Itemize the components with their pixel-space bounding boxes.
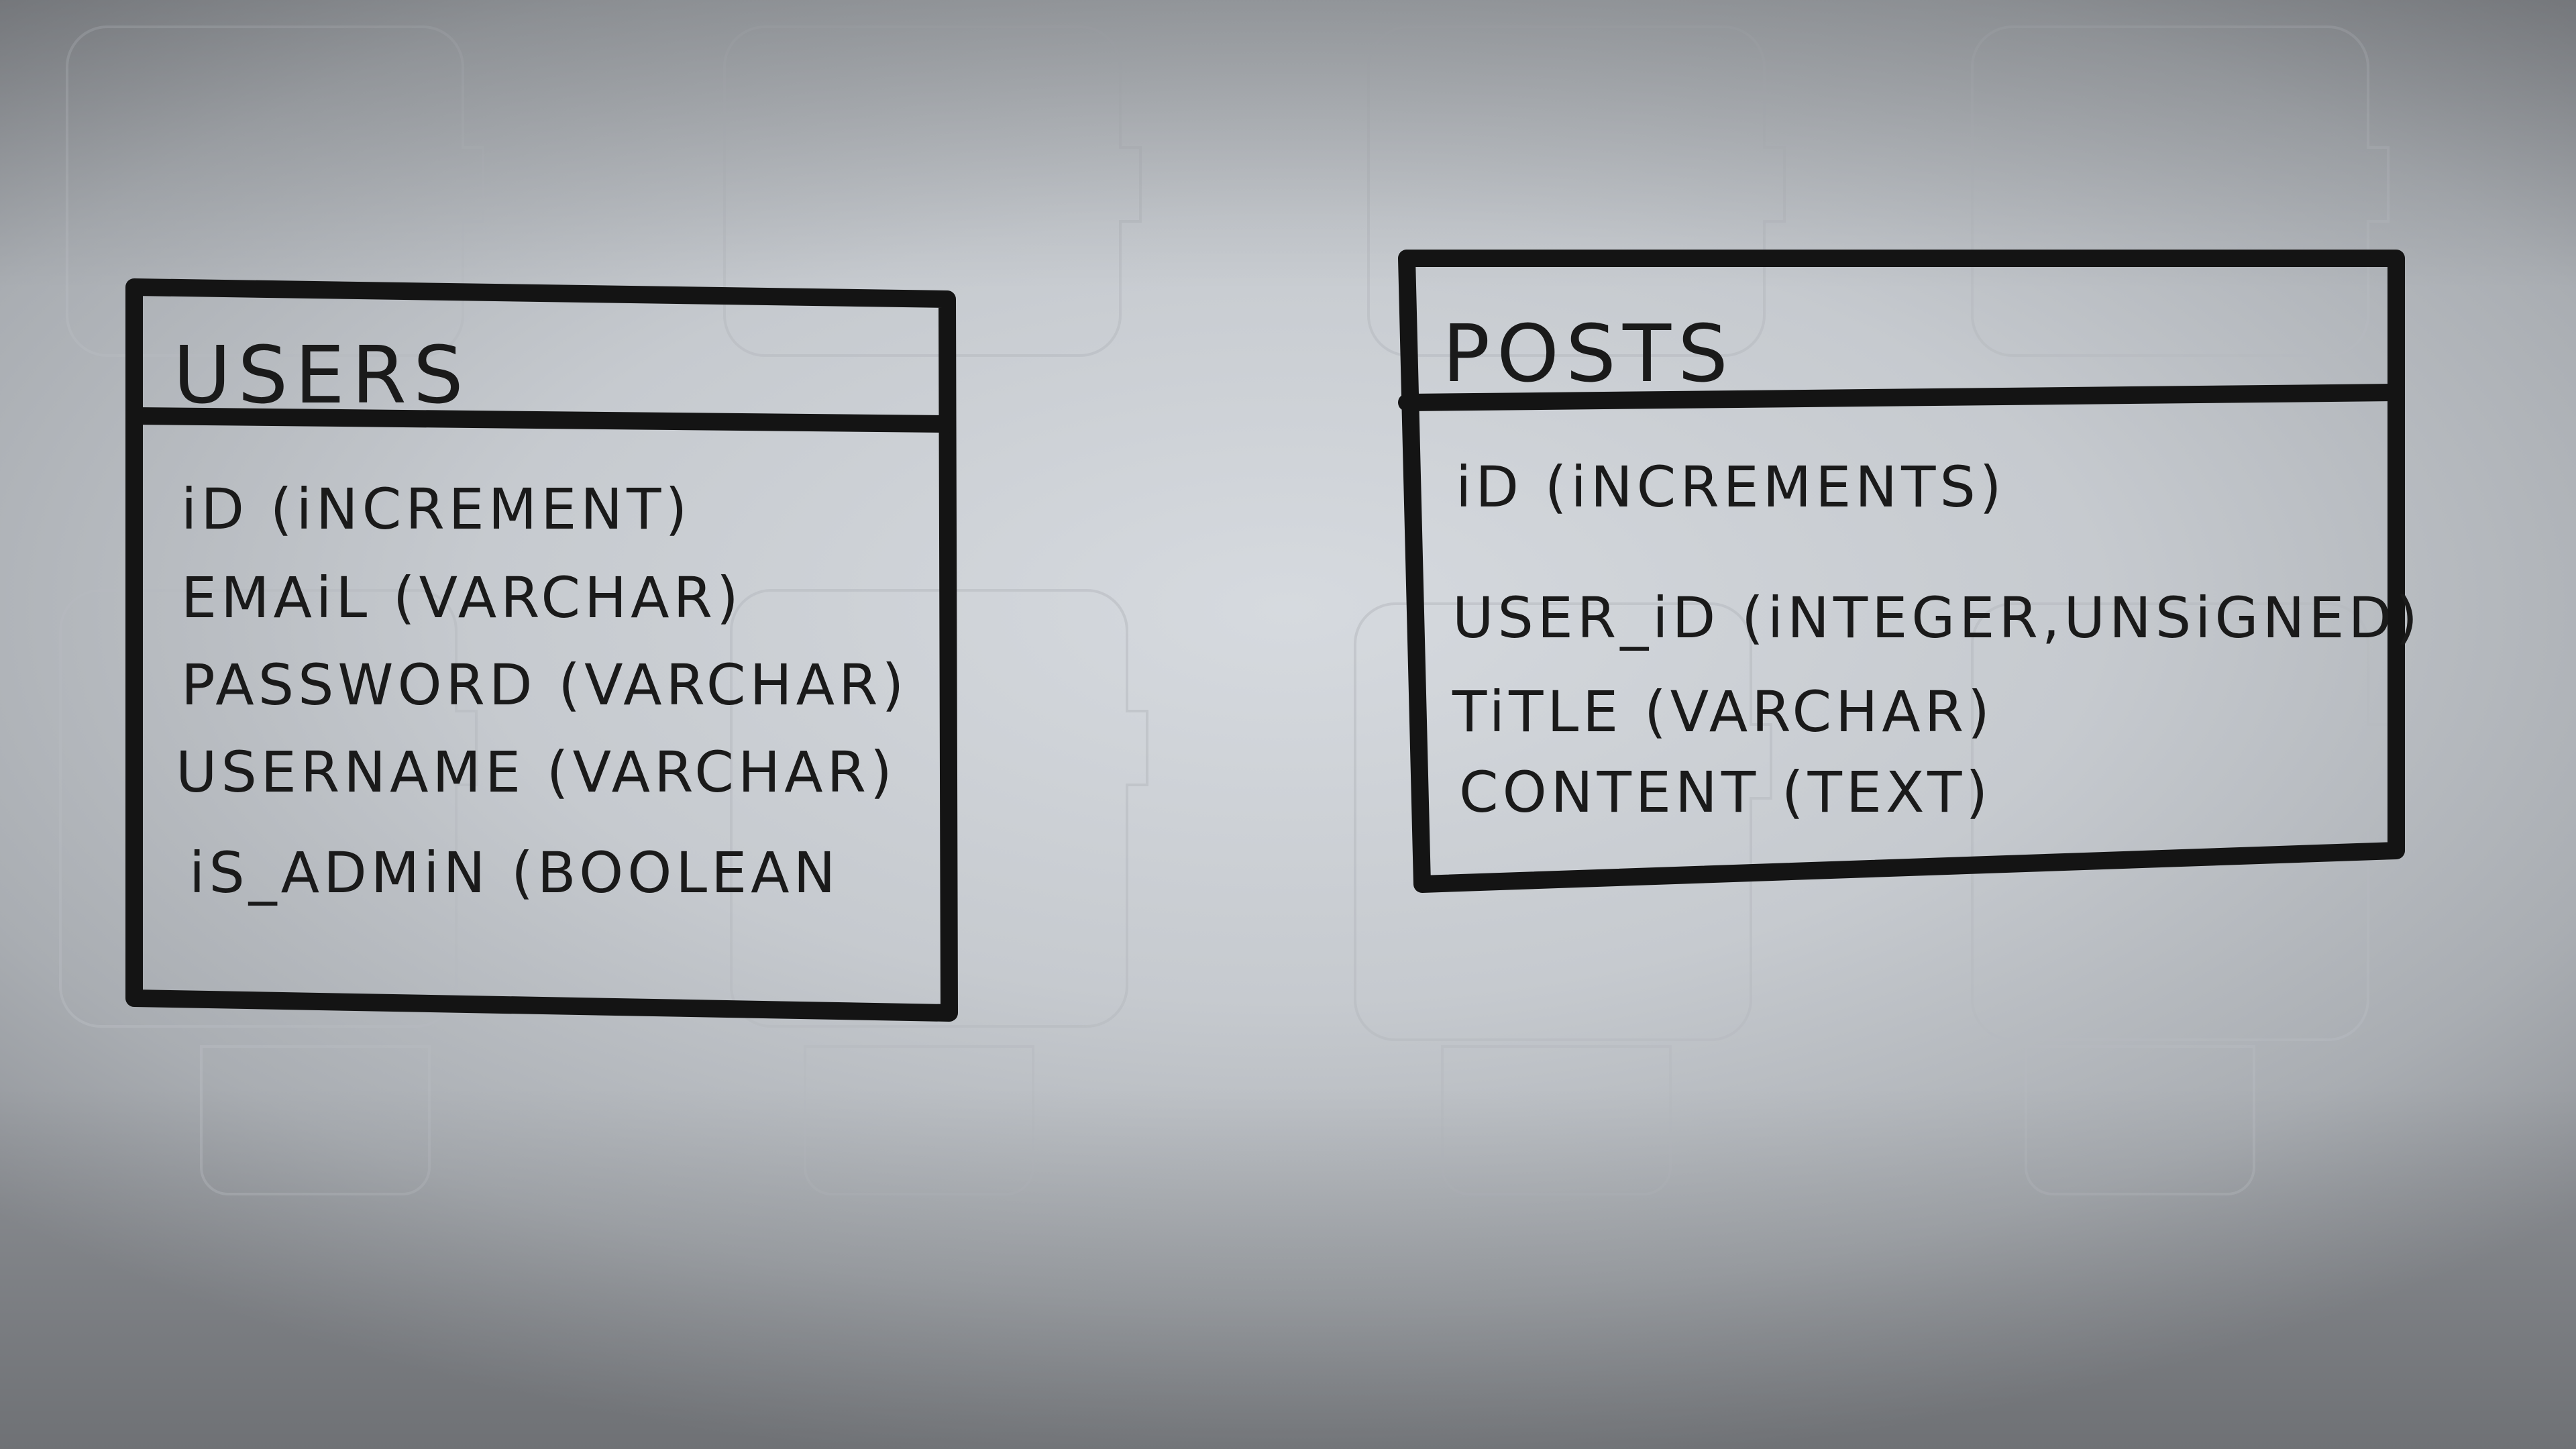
users-table: USERS iD (iNCREMENT) EMAiL (VARCHAR) PAS… [125, 278, 958, 1022]
posts-table-title: POSTS [1442, 307, 1735, 400]
posts-table: POSTS iD (iNCREMENTS) USER_iD (iNTEGER,U… [1398, 250, 2422, 893]
users-field-3: PASSWORD (VARCHAR) [181, 652, 908, 718]
paper-sheet: USERS iD (iNCREMENT) EMAiL (VARCHAR) PAS… [59, 25, 2422, 1195]
posts-field-3: TiTLE (VARCHAR) [1452, 679, 1994, 745]
users-table-title: USERS [173, 329, 470, 421]
posts-field-4: CONTENT (TEXT) [1459, 759, 1992, 825]
users-field-1: iD (iNCREMENT) [181, 476, 691, 542]
users-field-5: iS_ADMiN (BOOLEAN [189, 840, 839, 906]
posts-field-1: iD (iNCREMENTS) [1456, 454, 2006, 520]
users-field-2: EMAiL (VARCHAR) [181, 565, 743, 631]
posts-field-2: USER_iD (iNTEGER,UNSiGNED) [1452, 585, 2422, 651]
users-field-4: USERNAME (VARCHAR) [176, 739, 896, 805]
